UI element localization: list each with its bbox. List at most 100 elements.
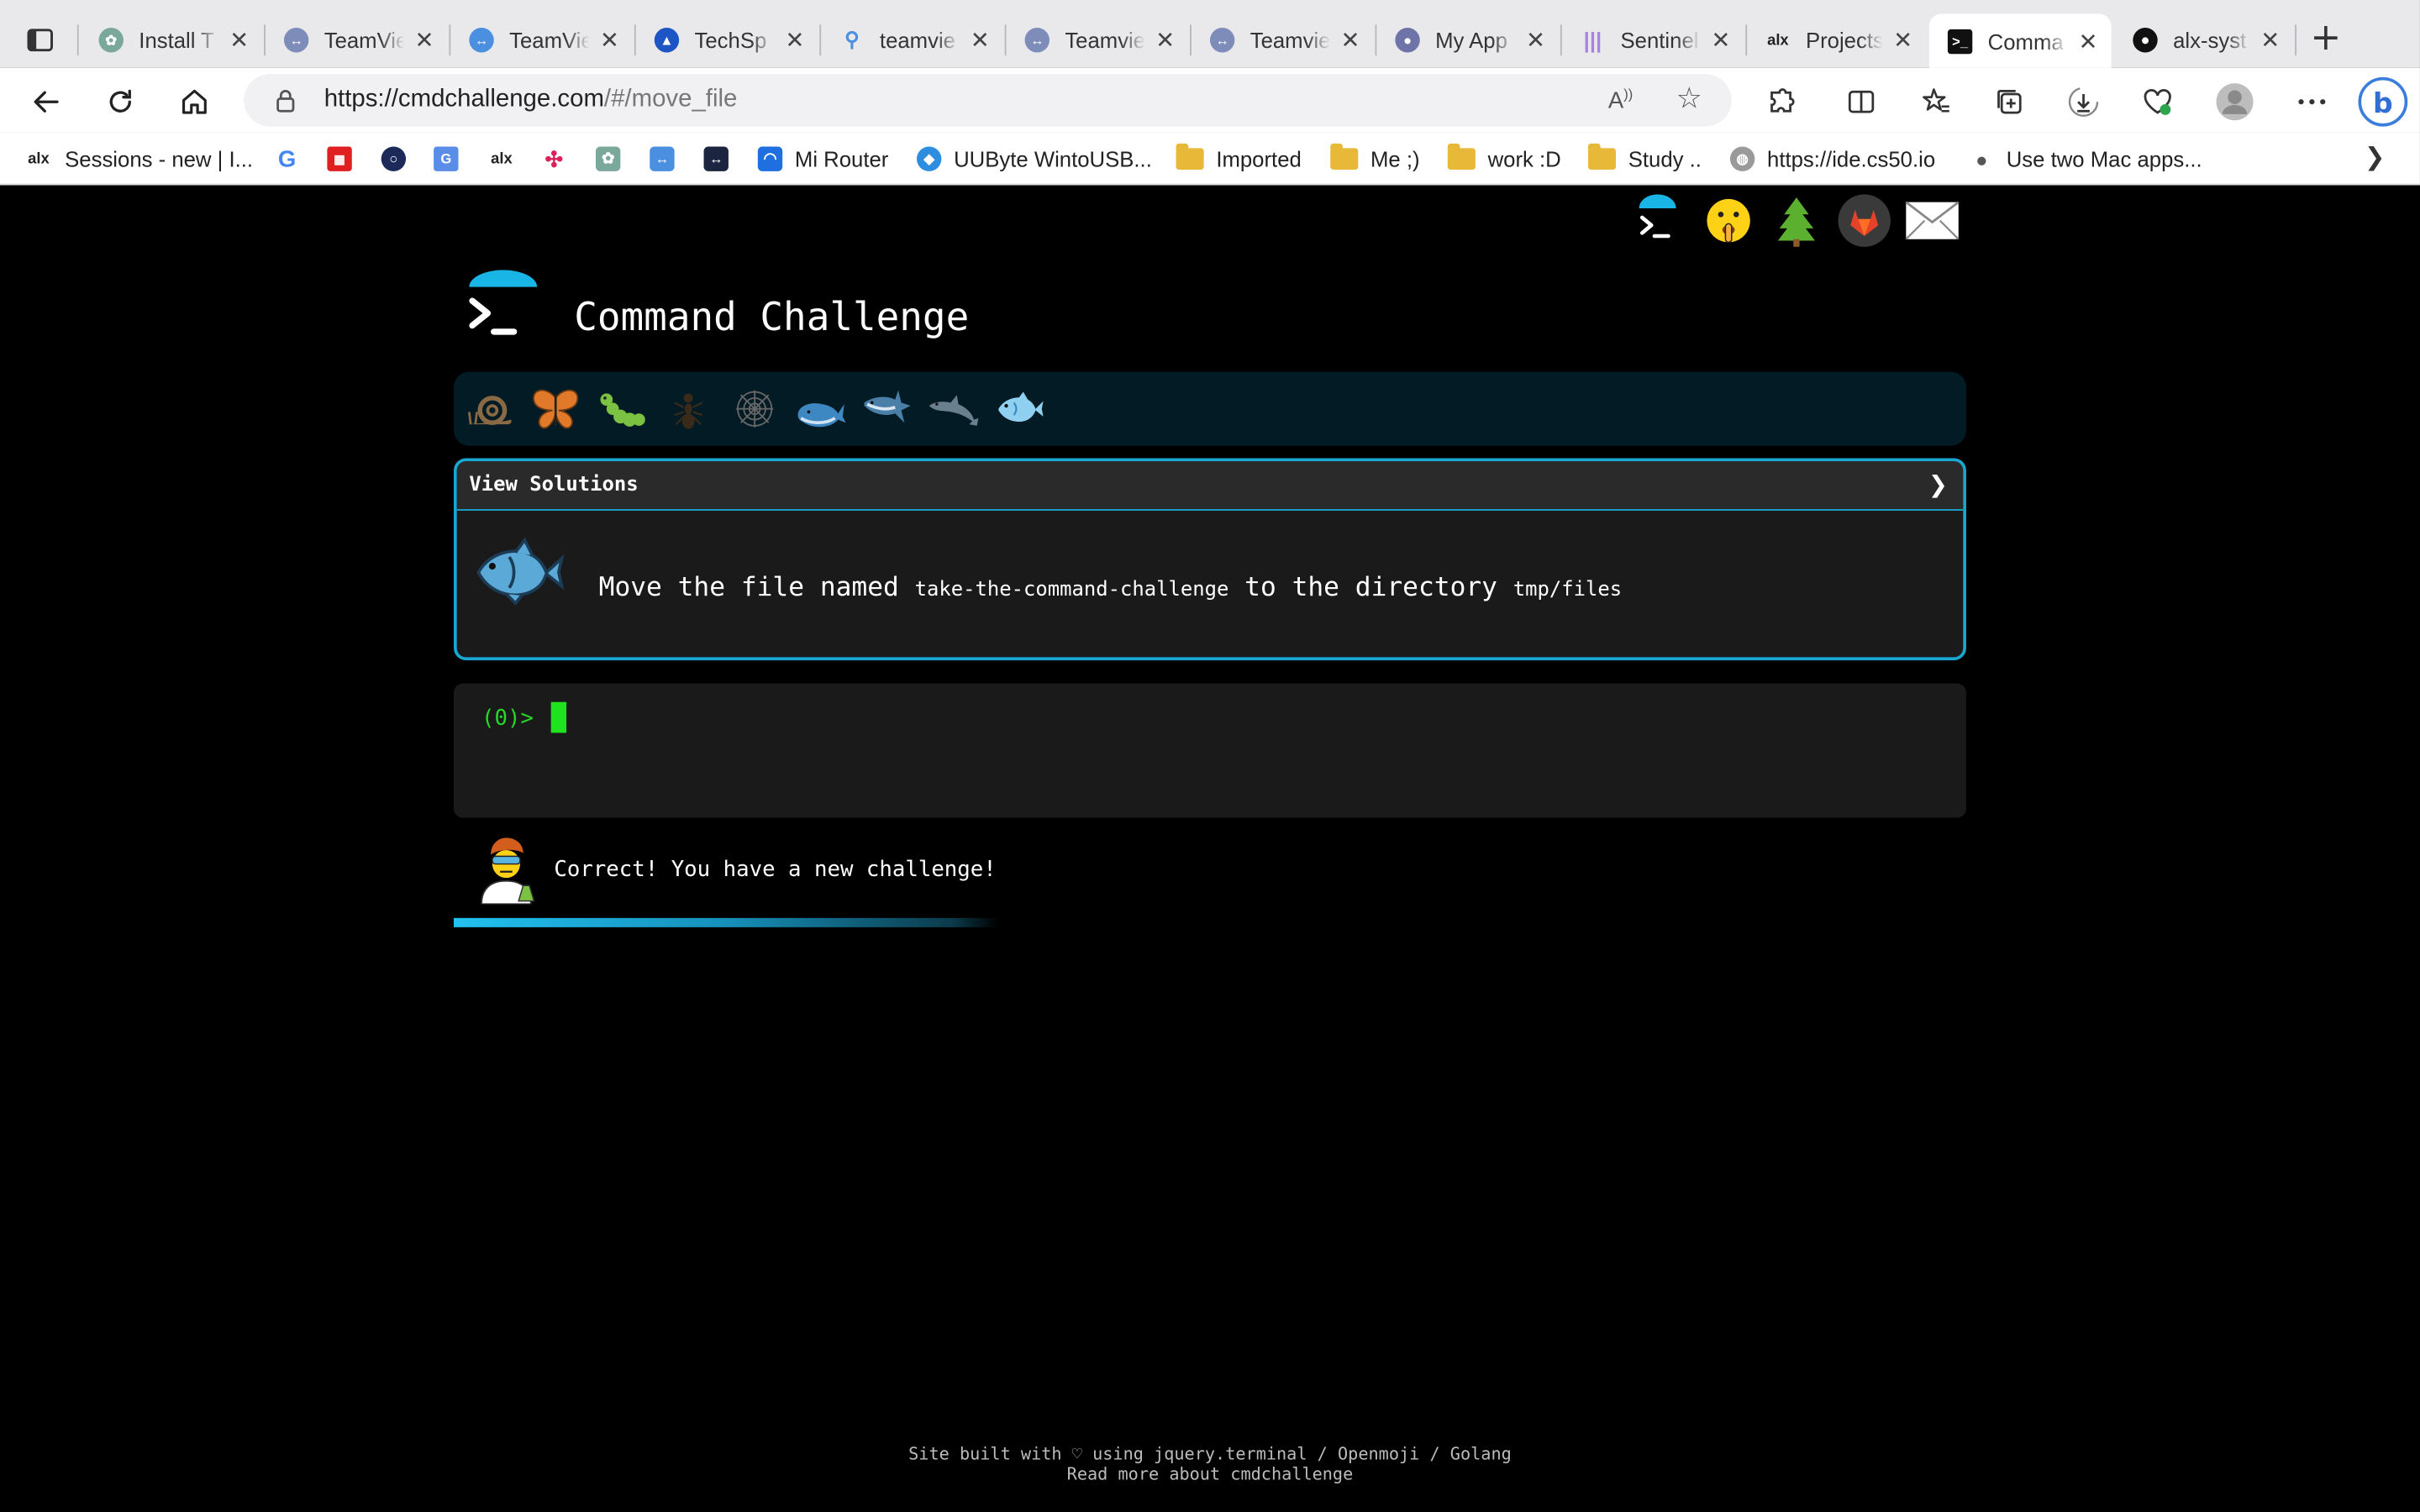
url-host: https://cmdchallenge.com [324, 86, 604, 113]
close-icon[interactable]: ✕ [1892, 26, 1914, 54]
tab-search-teamviewer[interactable]: ⚲ teamvie ✕ [821, 17, 1003, 63]
close-icon[interactable]: ✕ [2077, 27, 2099, 55]
close-icon[interactable]: ✕ [969, 26, 991, 54]
terminal[interactable]: (0)> [453, 683, 1966, 818]
close-icon[interactable]: ✕ [1339, 26, 1361, 54]
footer-read-more-link[interactable]: Read more about cmdchallenge [0, 1464, 2420, 1484]
cmdchallenge-logo-icon[interactable] [460, 270, 543, 347]
new-tab-button[interactable]: + [2306, 18, 2346, 59]
tab-my-apps[interactable]: ● My App ✕ [1376, 17, 1559, 63]
view-solutions-label: View Solutions [469, 473, 639, 497]
bookmark-mac-apps[interactable]: ● Use two Mac apps... [1970, 144, 2202, 175]
snail-icon[interactable] [463, 384, 515, 433]
close-icon[interactable]: ✕ [1155, 26, 1176, 54]
butterfly-icon[interactable] [529, 384, 581, 433]
view-solutions-toggle[interactable]: View Solutions ❯ [456, 461, 1964, 511]
bookmark-folder-work[interactable]: work :D [1447, 143, 1561, 175]
favorite-star-icon[interactable]: ☆ [1676, 81, 1702, 115]
whale-icon[interactable] [795, 384, 847, 433]
refresh-button[interactable] [99, 81, 142, 123]
fish-icon[interactable] [994, 384, 1046, 433]
url-path: /#/move_file [603, 86, 738, 113]
terminal-prompt: (0)> [481, 706, 547, 732]
tab-label: Sentinel [1620, 28, 1699, 53]
browser-essentials-icon[interactable] [2136, 81, 2179, 123]
close-icon[interactable]: ✕ [2260, 26, 2281, 54]
url-text[interactable]: https://cmdchallenge.com/#/move_file [324, 87, 738, 114]
tab-actions-icon[interactable] [18, 18, 61, 61]
tab-install[interactable]: ✿ Install T ✕ [81, 17, 263, 63]
close-icon[interactable]: ✕ [784, 26, 806, 54]
bing-copilot-icon[interactable]: b [2355, 74, 2411, 129]
bookmark-folder-imported[interactable]: Imported [1176, 143, 1302, 175]
extensions-icon[interactable] [1760, 81, 1802, 123]
footer-credits[interactable]: Site built with ♡ using jquery.terminal … [0, 1444, 2420, 1464]
bookmark-sessions[interactable]: alx Sessions - new | I... [24, 144, 253, 175]
bookmark-teamviewer[interactable]: ↔ [650, 144, 687, 175]
bookmark-fortinet[interactable]: ▦ [327, 144, 364, 175]
tab-command-challenge[interactable]: >_ Comma ✕ [1928, 13, 2112, 68]
close-icon[interactable]: ✕ [599, 26, 621, 54]
terminal-icon[interactable] [1630, 193, 1686, 249]
fish-icon [472, 533, 565, 613]
gitlab-icon[interactable] [1837, 193, 1892, 249]
collections-icon[interactable] [1988, 81, 2031, 123]
tab-techspot[interactable]: ▲ TechSp ✕ [636, 17, 818, 63]
tab-projects[interactable]: alx Projects ✕ [1747, 17, 1926, 63]
browser-toolbar: https://cmdchallenge.com/#/move_file A))… [0, 67, 2420, 133]
tab-teamviewer-3[interactable]: ↔ Teamvie ✕ [1007, 17, 1189, 63]
translate-icon: G [434, 146, 459, 171]
mail-icon[interactable] [1904, 193, 1960, 249]
shark-icon[interactable] [861, 384, 913, 433]
favorites-icon[interactable] [1914, 81, 1957, 123]
uubyte-icon: ◆ [916, 146, 942, 171]
address-bar[interactable]: https://cmdchallenge.com/#/move_file A))… [244, 74, 1732, 127]
bookmark-folder-me[interactable]: Me ;) [1330, 143, 1420, 175]
bookmarks-bar: alx Sessions - new | I... G ▦ ○ G alx ✣ … [0, 132, 2420, 186]
spider-web-icon[interactable] [729, 384, 781, 433]
back-button[interactable] [24, 81, 67, 123]
folder-icon [1330, 143, 1359, 171]
close-icon[interactable]: ✕ [229, 26, 250, 54]
profile-avatar[interactable] [2213, 81, 2256, 123]
tab-teamviewer-1[interactable]: ↔ TeamVie ✕ [266, 17, 448, 63]
split-screen-icon[interactable] [1839, 81, 1882, 123]
teamviewer-icon: ↔ [1209, 28, 1235, 53]
close-icon[interactable]: ✕ [1710, 26, 1732, 54]
caterpillar-icon[interactable] [596, 384, 648, 433]
tab-sentinel[interactable]: ||| Sentinel ✕ [1562, 17, 1744, 63]
chevron-right-icon[interactable]: ❯ [1928, 470, 1948, 498]
footer: Site built with ♡ using jquery.terminal … [0, 1444, 2420, 1484]
bookmark-folder-study[interactable]: Study .. [1587, 143, 1702, 175]
evergreen-tree-icon[interactable] [1769, 193, 1824, 249]
bookmark-uubyte[interactable]: ◆ UUByte WintoUSB... [916, 144, 1152, 175]
bookmark-chatgpt[interactable]: ✿ [595, 144, 633, 175]
bookmark-okta[interactable]: ○ [381, 144, 418, 175]
shushing-face-icon[interactable] [1701, 193, 1756, 249]
lock-icon[interactable] [275, 88, 297, 119]
bookmark-cs50-ide[interactable]: ◍ https://ide.cs50.io [1729, 144, 1935, 175]
tab-github[interactable]: ● alx-syst ✕ [2114, 17, 2293, 63]
downloads-icon[interactable] [2062, 81, 2105, 123]
tab-teamviewer-4[interactable]: ↔ Teamvie ✕ [1192, 17, 1374, 63]
scientist-avatar-icon [472, 833, 540, 906]
read-aloud-icon[interactable]: A)) [1608, 87, 1633, 114]
globe-icon: ◍ [1729, 146, 1755, 171]
dolphin-icon[interactable] [928, 384, 980, 433]
bookmark-mi-router[interactable]: ◠ Mi Router [757, 144, 888, 175]
home-button[interactable] [173, 81, 216, 123]
bookmark-slack[interactable]: ✣ [542, 144, 579, 175]
bookmark-google-translate[interactable]: G [434, 144, 471, 175]
tab-label: TechSp [694, 28, 767, 53]
bookmark-teamviewer-dark[interactable]: ↔ [703, 144, 741, 175]
close-icon[interactable]: ✕ [1525, 26, 1547, 54]
chevron-right-icon[interactable]: ❯ [2365, 142, 2386, 171]
ant-icon[interactable] [662, 384, 714, 433]
bookmark-alx[interactable]: alx [487, 144, 528, 175]
more-menu-icon[interactable] [2291, 81, 2333, 123]
tab-teamviewer-2[interactable]: ↔ TeamVie ✕ [450, 17, 633, 63]
bookmark-google[interactable]: G [275, 144, 312, 175]
close-icon[interactable]: ✕ [413, 26, 435, 54]
openai-icon: ✿ [98, 28, 124, 53]
terminal-cursor[interactable] [550, 701, 567, 733]
